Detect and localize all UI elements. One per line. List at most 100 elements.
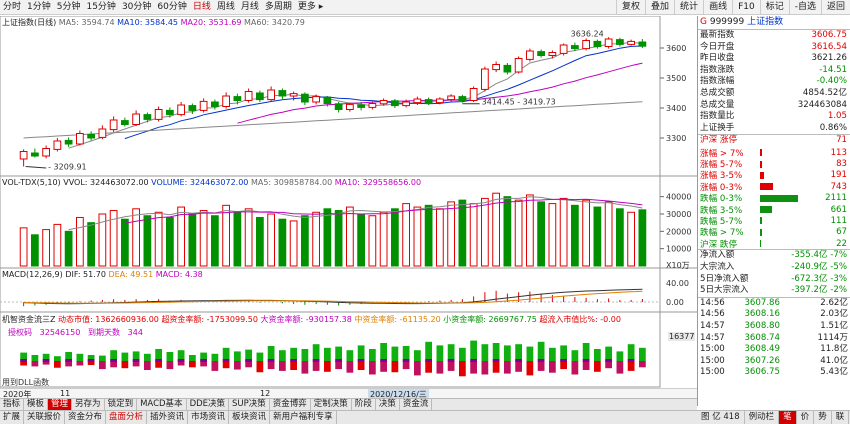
panel-tab-2[interactable]: 笔 bbox=[779, 411, 797, 424]
license-label: 授权码 bbox=[8, 328, 32, 337]
dist-bar-fill bbox=[760, 240, 761, 248]
dist-count: 2111 bbox=[825, 193, 847, 204]
candle bbox=[503, 64, 512, 73]
fund-bar-up bbox=[627, 344, 635, 361]
indicator-tab-12[interactable]: 资金流 bbox=[400, 399, 433, 410]
panel-name: 上证指数 bbox=[747, 17, 784, 27]
flow-pct: -5% bbox=[830, 262, 847, 273]
volume-bar bbox=[559, 197, 568, 267]
candle bbox=[76, 133, 84, 145]
volume-bar bbox=[42, 229, 50, 267]
period-tab-2[interactable]: 5分钟 bbox=[54, 0, 84, 14]
indicator-tab-9[interactable]: 定制决策 bbox=[311, 399, 352, 410]
indicator-tab-2[interactable]: 管理 bbox=[48, 399, 73, 410]
toolbar-button-3[interactable]: 画线 bbox=[703, 0, 732, 14]
fund-bar-mid bbox=[110, 359, 117, 362]
volume-bar bbox=[121, 218, 129, 267]
fund-bar-mid bbox=[290, 359, 297, 362]
period-tab-8[interactable]: 月线 bbox=[238, 0, 262, 14]
tick-price: 3608.74 bbox=[744, 332, 780, 343]
indicator-tab-7[interactable]: SUP决策 bbox=[229, 399, 270, 410]
dist-label: 跌幅 3-5% bbox=[700, 205, 743, 216]
period-tab-6[interactable]: 日线 bbox=[190, 0, 214, 14]
volume-bar bbox=[402, 203, 410, 267]
candle bbox=[211, 101, 219, 107]
period-tab-4[interactable]: 30分钟 bbox=[119, 0, 154, 14]
quote-label: 指数涨跌 bbox=[700, 64, 735, 75]
toolbar-button-0[interactable]: 复权 bbox=[616, 0, 645, 14]
indicator-tab-4[interactable]: 锁定到 bbox=[105, 399, 138, 410]
chart-area[interactable]: 3600 3500 3400 3300 3636.24 - 3209.91 3414.45 … bbox=[0, 15, 697, 388]
fund-bar-mid bbox=[87, 359, 95, 362]
volume-bar bbox=[312, 211, 320, 267]
candle bbox=[526, 50, 534, 60]
volume-bar bbox=[154, 211, 163, 267]
candle bbox=[166, 109, 174, 116]
toolbar-button-6[interactable]: -自选 bbox=[788, 0, 821, 14]
vol-ma5-label: MA5: 309858784.00 bbox=[250, 178, 333, 187]
extension-tab-6[interactable]: 板块资讯 bbox=[229, 411, 271, 424]
candle bbox=[233, 96, 242, 101]
dist-bar bbox=[758, 193, 819, 204]
quote-value: -14.51 bbox=[819, 64, 847, 75]
candle bbox=[278, 90, 287, 97]
fund-bar-up bbox=[470, 340, 477, 361]
flow-label: 净流入额 bbox=[700, 250, 735, 261]
panel-g-icon[interactable]: G bbox=[700, 17, 707, 27]
period-tab-5[interactable]: 60分钟 bbox=[154, 0, 189, 14]
fund-bar-up bbox=[594, 349, 601, 361]
period-tab-0[interactable]: 分时 bbox=[0, 0, 24, 14]
panel-tab-5[interactable]: 联 bbox=[832, 411, 850, 424]
period-tab-9[interactable]: 多周期 bbox=[262, 0, 295, 14]
volume-bar bbox=[278, 218, 287, 267]
price-tick-label: 3500 bbox=[666, 74, 686, 83]
quote-label: 昨日收盘 bbox=[700, 53, 735, 64]
period-tab-7[interactable]: 周线 bbox=[214, 0, 238, 14]
period-tab-3[interactable]: 15分钟 bbox=[83, 0, 118, 14]
fund-bar-up bbox=[189, 355, 196, 361]
fund-bar-up bbox=[526, 346, 534, 361]
fund-bar-up bbox=[335, 346, 342, 361]
panel-tab-3[interactable]: 价 bbox=[797, 411, 815, 424]
extension-tab-2[interactable]: 资金分布 bbox=[65, 411, 107, 424]
toolbar-button-7[interactable]: 返回 bbox=[820, 0, 850, 14]
toolbar-button-2[interactable]: 统计 bbox=[674, 0, 703, 14]
extension-tab-3[interactable]: 盘面分析 bbox=[106, 411, 148, 424]
indicator-tab-3[interactable]: 另存为 bbox=[72, 399, 105, 410]
extension-tab-5[interactable]: 市场资讯 bbox=[188, 411, 230, 424]
extension-tab-0[interactable]: 扩展 bbox=[0, 411, 25, 424]
tick-volume: 5.43亿 bbox=[820, 367, 848, 378]
indicator-tab-1[interactable]: 模板 bbox=[24, 399, 49, 410]
vol-tick-label: 30000 bbox=[666, 210, 691, 219]
extension-tab-4[interactable]: 插外资讯 bbox=[147, 411, 189, 424]
panel-tab-4[interactable]: 势 bbox=[814, 411, 832, 424]
indicator-tab-5[interactable]: MACD基本 bbox=[137, 399, 187, 410]
volume-bar bbox=[76, 216, 84, 267]
period-tab-1[interactable]: 1分钟 bbox=[24, 0, 54, 14]
fund-bar-up bbox=[447, 344, 455, 361]
candle bbox=[31, 152, 39, 157]
extension-tab-7[interactable]: 新用户福利专享 bbox=[270, 411, 337, 424]
indicator-tab-11[interactable]: 决策 bbox=[376, 399, 400, 410]
toolbar-button-5[interactable]: 标记 bbox=[759, 0, 789, 14]
indicator-tab-0[interactable]: 指标 bbox=[0, 399, 25, 410]
indicator-tab-10[interactable]: 阶段 bbox=[352, 399, 376, 410]
fund-bar-mid bbox=[65, 359, 72, 362]
volume-bar bbox=[31, 234, 39, 267]
flow-label: 5日大宗流入 bbox=[700, 285, 749, 296]
toolbar-button-4[interactable]: F10 bbox=[732, 0, 760, 14]
fund-bar-down bbox=[436, 361, 444, 374]
panel-tab-1[interactable]: 例动栏 bbox=[745, 411, 780, 424]
tick-price: 3607.26 bbox=[744, 355, 780, 366]
panel-tab-0[interactable]: 图 亿 418 bbox=[697, 411, 745, 424]
indicator-tab-8[interactable]: 资金博弈 bbox=[270, 399, 311, 410]
dist-bar-fill bbox=[760, 217, 763, 225]
period-tab-10[interactable]: 更多 ▸ bbox=[295, 0, 326, 14]
fund-bar-mid bbox=[177, 359, 185, 362]
fund-bar-down bbox=[560, 361, 567, 370]
quote-label: 指数涨幅 bbox=[700, 76, 735, 87]
indicator-tab-6[interactable]: DDE决策 bbox=[187, 399, 230, 410]
extension-tab-1[interactable]: 关联报价 bbox=[24, 411, 66, 424]
fund-bar-mid bbox=[42, 359, 50, 362]
toolbar-button-1[interactable]: 叠加 bbox=[645, 0, 674, 14]
